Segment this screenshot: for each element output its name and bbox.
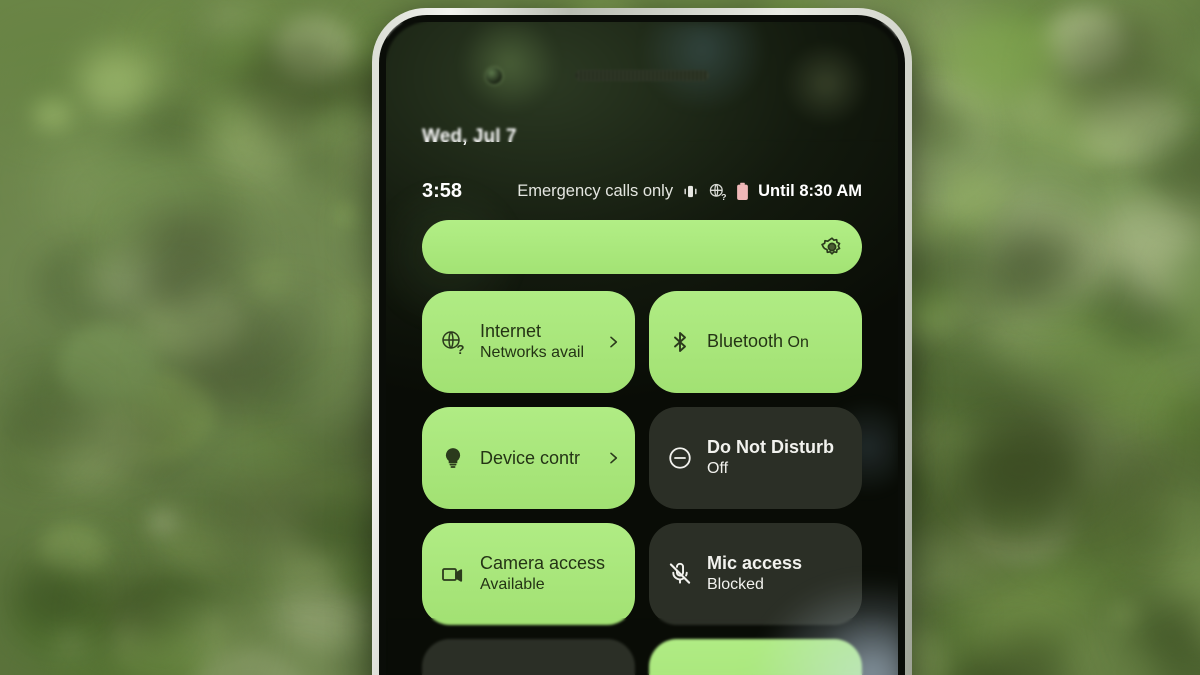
- tile-mic-access-title: Mic access: [707, 553, 802, 573]
- quick-settings-tile-grid: ? Internet Networks avail Bluetooth On D…: [422, 291, 862, 625]
- carrier-label: Emergency calls only: [517, 182, 673, 201]
- brightness-slider[interactable]: [422, 220, 862, 274]
- tile-internet-title: Internet: [480, 321, 541, 341]
- lightbulb-icon: [438, 443, 468, 473]
- tile-bluetooth-subtitle: On: [788, 334, 809, 351]
- tile-device-controls-text: Device contr: [480, 447, 619, 470]
- tile-device-controls-title: Device contr: [480, 448, 580, 468]
- svg-text:?: ?: [457, 342, 465, 355]
- tile-bluetooth[interactable]: Bluetooth On: [649, 291, 862, 393]
- tile-internet[interactable]: ? Internet Networks avail: [422, 291, 635, 393]
- tile-partial-right[interactable]: [649, 639, 862, 675]
- bluetooth-icon: [665, 327, 695, 357]
- tile-camera-access-text: Camera access Available: [480, 552, 619, 595]
- phone-screen: Wed, Jul 7 3:58 Emergency calls only ? U…: [386, 22, 898, 675]
- tile-internet-text: Internet Networks avail: [480, 320, 619, 363]
- tile-mic-access-subtitle: Blocked: [707, 576, 764, 593]
- status-bar: 3:58 Emergency calls only ? Until 8:30 A…: [422, 180, 862, 202]
- tile-bluetooth-text: Bluetooth On: [707, 330, 846, 354]
- phone-device: Wed, Jul 7 3:58 Emergency calls only ? U…: [372, 8, 912, 675]
- tile-do-not-disturb[interactable]: Do Not Disturb Off: [649, 407, 862, 509]
- battery-estimate: Until 8:30 AM: [758, 182, 862, 201]
- tile-camera-access-title: Camera access: [480, 553, 605, 573]
- tile-do-not-disturb-title: Do Not Disturb: [707, 437, 834, 457]
- tile-bluetooth-title: Bluetooth: [707, 331, 783, 351]
- date-text: Wed, Jul 7: [422, 126, 517, 147]
- clock: 3:58: [422, 180, 462, 203]
- tile-internet-subtitle: Networks avail: [480, 344, 584, 361]
- globe-question-icon: ?: [438, 327, 468, 357]
- battery-icon: [736, 182, 749, 201]
- minus-circle-icon: [665, 443, 695, 473]
- tile-device-controls[interactable]: Device contr: [422, 407, 635, 509]
- video-camera-icon: [438, 559, 468, 589]
- tile-mic-access[interactable]: Mic access Blocked: [649, 523, 862, 625]
- globe-question-icon: ?: [708, 182, 727, 201]
- chevron-right-icon[interactable]: [605, 450, 621, 466]
- phone-bezel: Wed, Jul 7 3:58 Emergency calls only ? U…: [379, 15, 905, 675]
- vibrate-icon: [682, 183, 699, 200]
- tile-camera-access[interactable]: Camera access Available: [422, 523, 635, 625]
- status-bar-right: Emergency calls only ? Until 8:30 AM: [517, 182, 862, 201]
- tile-do-not-disturb-text: Do Not Disturb Off: [707, 436, 846, 479]
- brightness-sun-icon: [820, 235, 844, 259]
- quick-settings-tile-grid-partial: [422, 639, 862, 675]
- tile-mic-access-text: Mic access Blocked: [707, 552, 846, 595]
- tile-partial-left[interactable]: [422, 639, 635, 675]
- tile-do-not-disturb-subtitle: Off: [707, 460, 728, 477]
- tile-camera-access-subtitle: Available: [480, 576, 545, 593]
- mic-off-icon: [665, 559, 695, 589]
- svg-text:?: ?: [721, 191, 726, 200]
- chevron-right-icon[interactable]: [605, 334, 621, 350]
- date-row: Wed, Jul 7: [422, 22, 862, 148]
- quick-settings-panel: Wed, Jul 7 3:58 Emergency calls only ? U…: [386, 22, 898, 675]
